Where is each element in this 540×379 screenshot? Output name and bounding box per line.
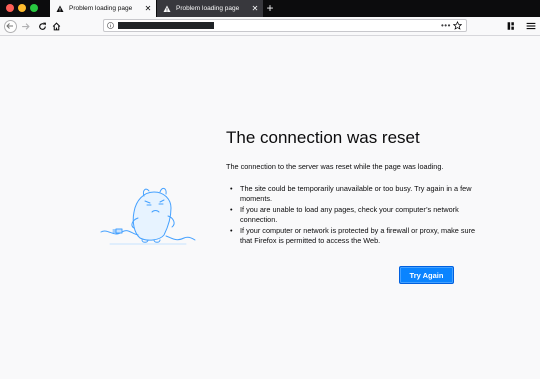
home-button[interactable] xyxy=(50,17,62,35)
home-icon xyxy=(52,21,60,30)
try-again-button[interactable]: Try Again xyxy=(399,266,454,284)
suggestion-text: If your computer or network is protected… xyxy=(240,226,476,245)
navigation-toolbar: ••• xyxy=(0,17,540,36)
page-actions-button[interactable]: ••• xyxy=(441,20,451,31)
suggestion-text: If you are unable to load any pages, che… xyxy=(240,205,459,224)
reload-icon xyxy=(38,22,46,30)
star-icon[interactable] xyxy=(453,21,462,30)
redacted-url xyxy=(118,22,214,29)
tab-close-icon[interactable]: ✕ xyxy=(144,4,152,13)
tab-label: Problem loading page xyxy=(176,5,240,12)
tab-strip: Problem loading page ✕ Problem loading p… xyxy=(0,0,540,17)
back-arrow-icon xyxy=(6,23,13,29)
list-item: • If you are unable to load any pages, ch… xyxy=(230,205,459,224)
suggestion-text: The site could be temporarily unavailabl… xyxy=(240,184,472,203)
back-button[interactable] xyxy=(3,17,17,35)
connection-error-illustration xyxy=(100,187,196,245)
forward-button[interactable] xyxy=(19,17,31,35)
warning-icon xyxy=(163,5,171,12)
error-suggestion-list: • The site could be temporarily unavailab… xyxy=(226,184,476,248)
zoom-window-button[interactable] xyxy=(30,4,38,12)
minimize-window-button[interactable] xyxy=(18,4,26,12)
menu-button[interactable] xyxy=(525,17,537,35)
warning-icon xyxy=(56,5,64,12)
new-tab-button[interactable]: + xyxy=(263,1,277,15)
error-description: The connection to the server was reset w… xyxy=(226,162,444,171)
tab-label: Problem loading page xyxy=(69,5,133,12)
list-item: • If your computer or network is protecte… xyxy=(230,226,476,245)
url-bar[interactable]: ••• xyxy=(103,19,467,32)
library-icon xyxy=(507,22,514,30)
hamburger-menu-icon xyxy=(526,22,536,30)
reload-button[interactable] xyxy=(36,17,48,35)
list-item: • The site could be temporarily unavailab… xyxy=(230,184,472,203)
info-icon[interactable] xyxy=(107,22,114,29)
error-title: The connection was reset xyxy=(226,128,420,147)
tab-problem-loading-active[interactable]: Problem loading page ✕ xyxy=(50,0,156,17)
tab-close-icon[interactable]: ✕ xyxy=(251,4,259,13)
close-window-button[interactable] xyxy=(6,4,14,12)
library-button[interactable] xyxy=(506,17,518,35)
tab-problem-loading-inactive[interactable]: Problem loading page ✕ xyxy=(157,0,263,17)
forward-arrow-icon xyxy=(21,22,30,30)
